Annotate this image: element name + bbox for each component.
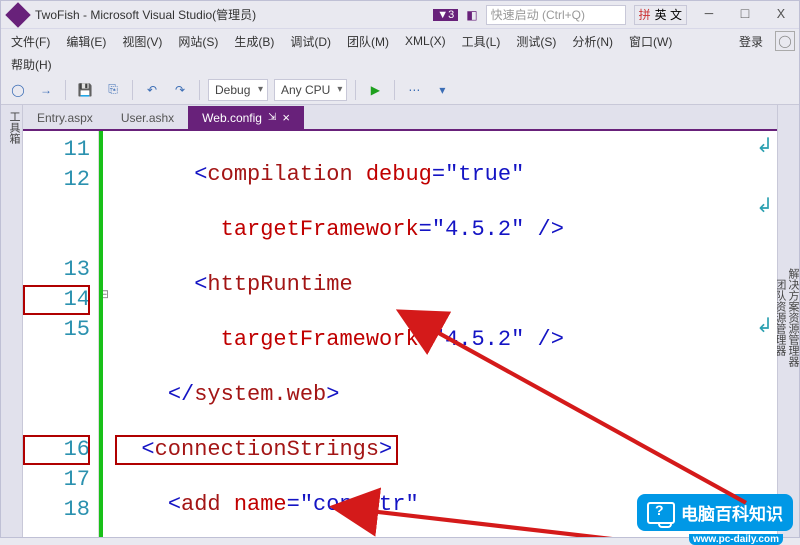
menu-website[interactable]: 网站(S) (172, 31, 224, 52)
nav-fwd-button[interactable]: → (35, 79, 57, 101)
start-debug-button[interactable]: ▶ (364, 79, 386, 101)
toolbar: ◯ → 💾 ⎘ ↶ ↷ Debug Any CPU ▶ ⋯ ▾ (1, 75, 799, 105)
editor-wrap: Entry.aspx User.ashx Web.config ⇲ × 11 1… (23, 105, 777, 537)
watermark-badge: 电脑百科知识 www.pc-daily.com (637, 494, 793, 531)
document-area: 工具箱 Entry.aspx User.ashx Web.config ⇲ × … (1, 105, 799, 537)
save-all-button[interactable]: ⎘ (102, 79, 124, 101)
line-number-gutter: 11 12 13 14 15 16 17 18 (23, 131, 99, 537)
toolbox-label: 工具箱 (1, 111, 22, 144)
config-combo[interactable]: Debug (208, 79, 268, 101)
menu-team[interactable]: 团队(M) (341, 31, 395, 52)
toolbox-panel-tab[interactable]: 工具箱 (1, 105, 23, 537)
solution-explorer-tab[interactable]: 解决方案资源管理器 (786, 268, 799, 367)
line-number: 12 (23, 165, 90, 225)
quick-launch-placeholder: 快速启动 (Ctrl+Q) (491, 6, 585, 23)
config-value: Debug (215, 83, 250, 97)
line-number-highlight: 14 (23, 285, 90, 315)
feedback-icon[interactable]: ◧ (466, 8, 477, 22)
line-number-highlight: 16 (23, 435, 90, 465)
login-button[interactable]: 登录 (731, 31, 771, 52)
window-title: TwoFish - Microsoft Visual Studio(管理员) (35, 6, 256, 23)
menu-help[interactable]: 帮助(H) (5, 54, 58, 75)
change-indicator (99, 131, 103, 537)
titlebar: TwoFish - Microsoft Visual Studio(管理员) ▼… (1, 1, 799, 29)
menu-build[interactable]: 生成(B) (228, 31, 280, 52)
menu-xml[interactable]: XML(X) (399, 32, 452, 50)
code-editor[interactable]: 11 12 13 14 15 16 17 18 ⊟ <compilation d… (23, 131, 777, 537)
notification-count: 3 (448, 9, 454, 21)
minimize-button[interactable]: ─ (695, 7, 723, 23)
tab-web-config[interactable]: Web.config ⇲ × (188, 106, 304, 129)
notification-badge[interactable]: ▼3 (433, 9, 458, 21)
menu-test[interactable]: 测试(S) (510, 31, 562, 52)
redo-button[interactable]: ↷ (169, 79, 191, 101)
save-button[interactable]: 💾 (74, 79, 96, 101)
code-content[interactable]: <compilation debug="true" targetFramewor… (115, 131, 777, 537)
maximize-button[interactable]: □ (731, 7, 759, 23)
extra-tool-1[interactable]: ⋯ (403, 79, 425, 101)
line-number: 11 (23, 135, 90, 165)
line-number: 17 (23, 465, 90, 495)
undo-button[interactable]: ↶ (141, 79, 163, 101)
nav-back-button[interactable]: ◯ (7, 79, 29, 101)
close-tab-icon[interactable]: × (282, 110, 290, 125)
line-number: 13 (23, 255, 90, 285)
menu-edit[interactable]: 编辑(E) (60, 31, 112, 52)
platform-combo[interactable]: Any CPU (274, 79, 347, 101)
tab-entry-aspx[interactable]: Entry.aspx (23, 107, 107, 129)
monitor-icon (647, 502, 675, 524)
watermark-url: www.pc-daily.com (689, 534, 783, 545)
pin-icon[interactable]: ⇲ (268, 112, 276, 123)
ime-lang: 英 文 (655, 6, 682, 23)
quick-launch-input[interactable]: 快速启动 (Ctrl+Q) (486, 5, 626, 25)
menu-debug[interactable]: 调试(D) (284, 31, 337, 52)
tab-user-ashx[interactable]: User.ashx (107, 107, 188, 129)
menubar: 文件(F) 编辑(E) 视图(V) 网站(S) 生成(B) 调试(D) 团队(M… (1, 29, 799, 53)
platform-value: Any CPU (281, 83, 330, 97)
wrap-glyph-icon: ↲ (756, 193, 773, 223)
vs-logo-icon (5, 2, 30, 27)
menu-view[interactable]: 视图(V) (116, 31, 168, 52)
close-button[interactable]: X (767, 7, 795, 23)
extra-tool-2[interactable]: ▾ (431, 79, 453, 101)
wrap-glyph-icon: ↲ (756, 133, 773, 163)
menu-tools[interactable]: 工具(L) (456, 31, 507, 52)
ime-indicator[interactable]: 拼 英 文 (634, 5, 687, 25)
ime-hint: 拼 (639, 6, 651, 23)
tab-web-config-label: Web.config (202, 111, 262, 125)
line-number: 15 (23, 315, 90, 345)
menubar-row2: 帮助(H) (1, 53, 799, 75)
menu-window[interactable]: 窗口(W) (623, 31, 678, 52)
menu-analyze[interactable]: 分析(N) (566, 31, 619, 52)
menu-file[interactable]: 文件(F) (5, 31, 56, 52)
wrap-glyph-icon: ↲ (756, 313, 773, 343)
watermark-brand: 电脑百科知识 (681, 500, 783, 525)
file-tabs: Entry.aspx User.ashx Web.config ⇲ × (23, 105, 777, 131)
right-panel-tabs: 解决方案资源管理器 团队资源管理器 属性 (777, 105, 799, 537)
line-number: 18 (23, 495, 90, 525)
login-avatar-icon[interactable]: ◯ (775, 31, 795, 51)
